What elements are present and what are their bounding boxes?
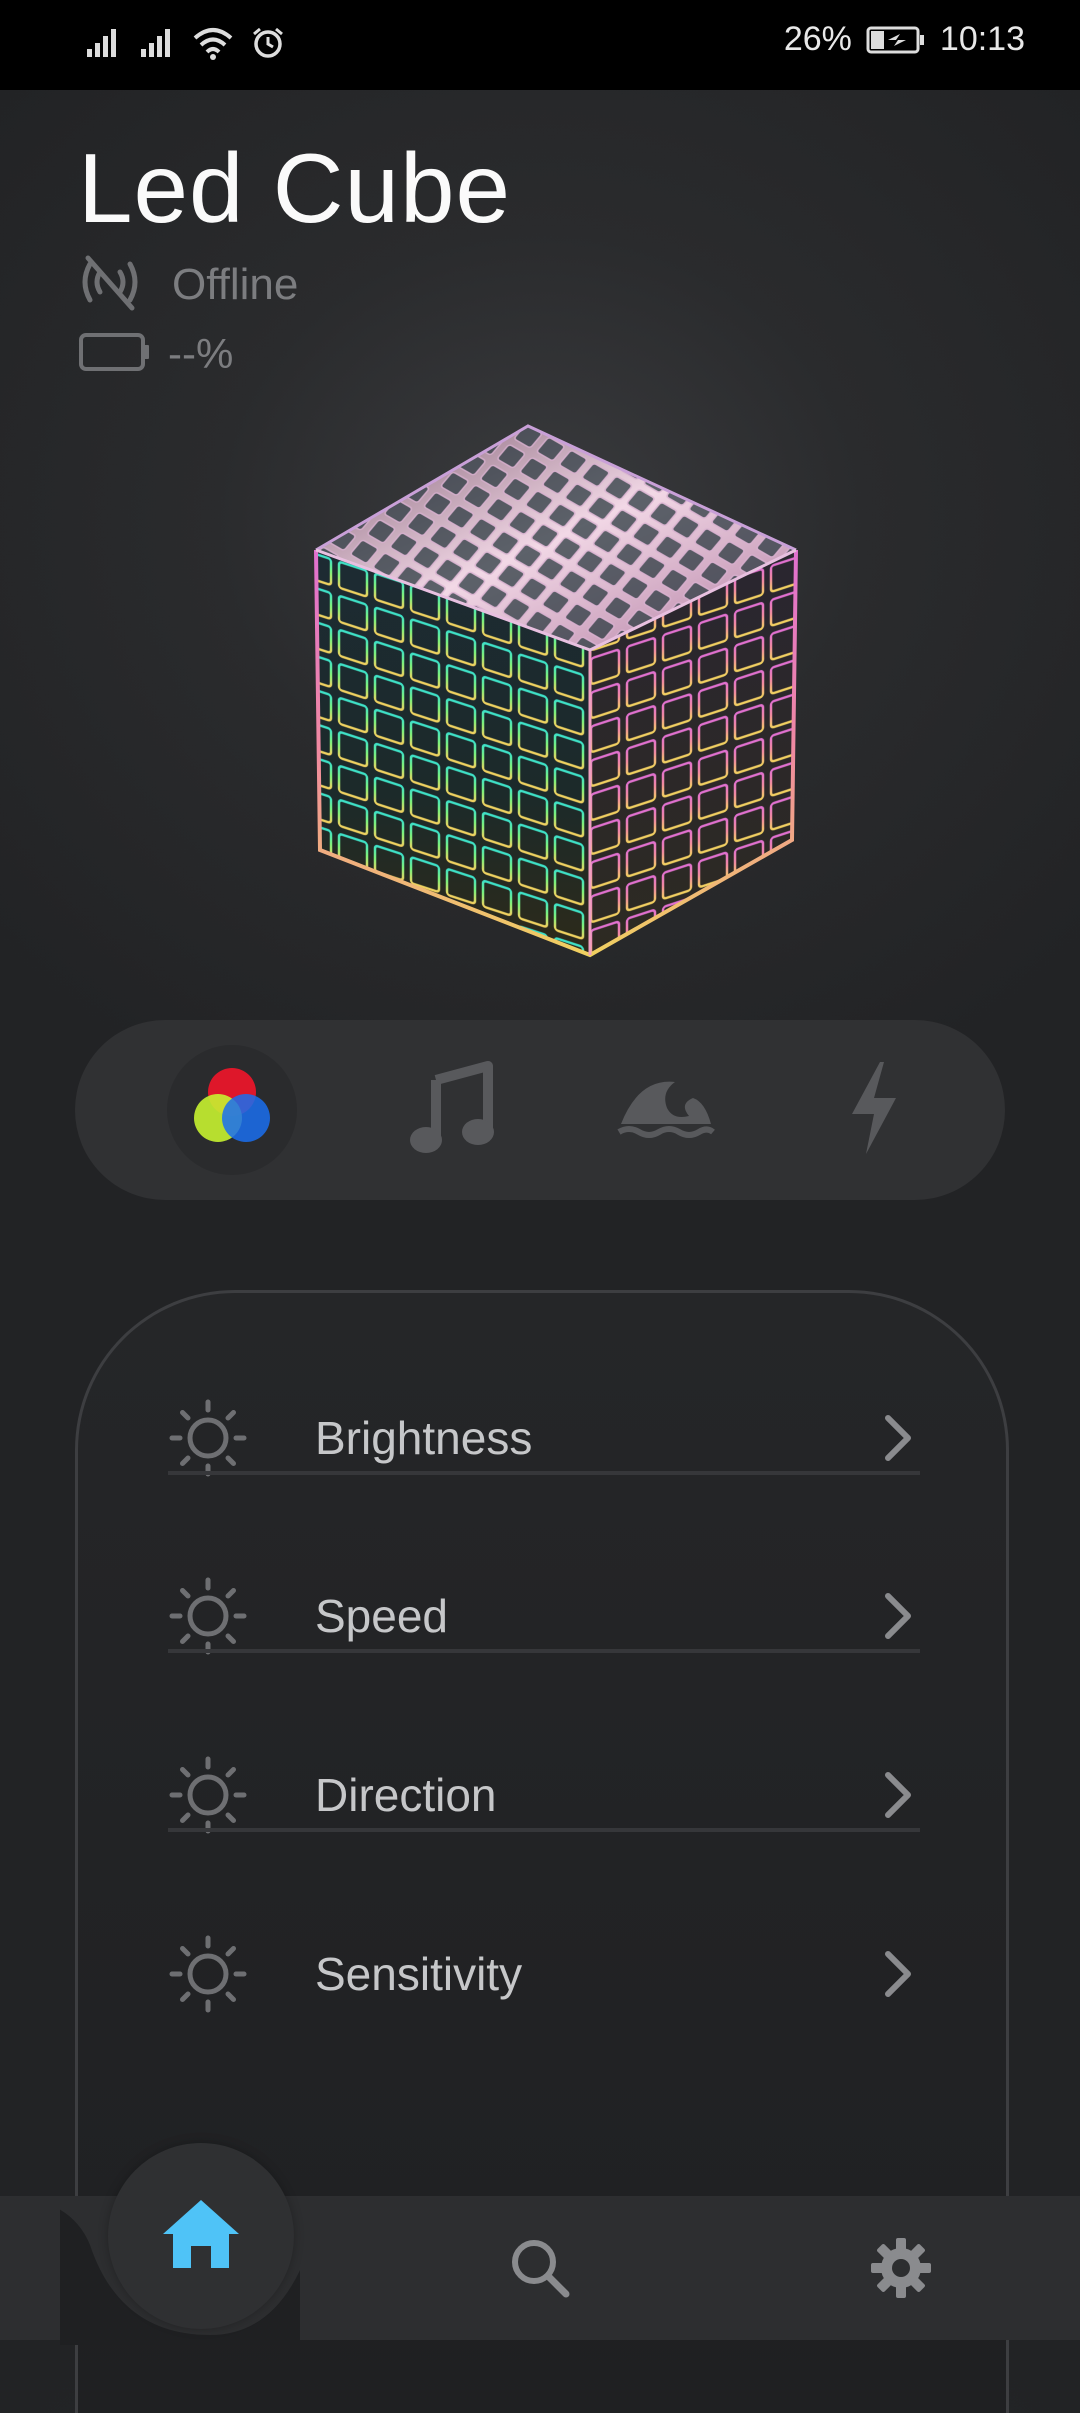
wave-icon [615, 1068, 715, 1153]
device-title: Led Cube [78, 133, 512, 243]
chevron-right-icon [878, 1944, 918, 2004]
alarm-icon [251, 26, 285, 60]
device-battery: --% [78, 330, 233, 378]
signal-icon [85, 27, 121, 59]
chevron-right-icon [878, 1408, 918, 1468]
divider [168, 1471, 920, 1475]
mode-color-button[interactable] [167, 1045, 297, 1175]
setting-brightness[interactable]: Brightness [168, 1349, 918, 1527]
connection-status-text: Offline [172, 259, 299, 309]
search-icon [508, 2236, 572, 2305]
mode-music-button[interactable] [388, 1045, 518, 1175]
setting-label: Direction [315, 1769, 497, 1821]
wifi-icon [193, 26, 233, 60]
mode-wave-button[interactable] [600, 1045, 730, 1175]
signal-icon [139, 27, 175, 59]
connection-status: Offline [78, 252, 298, 317]
mode-selector [75, 1020, 1005, 1200]
music-note-icon [408, 1060, 498, 1161]
divider [168, 1828, 920, 1832]
nav-settings-button[interactable] [866, 2235, 936, 2305]
nav-home-button[interactable] [108, 2143, 294, 2329]
battery-level-text: --% [168, 330, 234, 377]
battery-charging-icon [866, 25, 926, 55]
divider [168, 1649, 920, 1653]
lightning-icon [844, 1058, 904, 1163]
sun-icon [168, 1576, 248, 1656]
status-bar: 26% 10:13 [0, 0, 1080, 90]
setting-label: Brightness [315, 1412, 533, 1464]
rgb-circles-icon [184, 1060, 280, 1161]
home-icon [159, 2196, 243, 2277]
battery-percent: 26% [783, 20, 852, 58]
mode-power-button[interactable] [809, 1045, 939, 1175]
setting-label: Sensitivity [315, 1948, 523, 2000]
setting-speed[interactable]: Speed [168, 1527, 918, 1705]
sun-icon [168, 1398, 248, 1478]
nav-search-button[interactable] [505, 2235, 575, 2305]
chevron-right-icon [878, 1586, 918, 1646]
sun-icon [168, 1755, 248, 1835]
setting-direction[interactable]: Direction [168, 1706, 918, 1884]
setting-sensitivity[interactable]: Sensitivity [168, 1885, 918, 2063]
chevron-right-icon [878, 1765, 918, 1825]
sun-icon [168, 1934, 248, 2014]
setting-label: Speed [315, 1590, 449, 1642]
led-cube-image [300, 410, 800, 970]
gear-icon [869, 2236, 933, 2305]
battery-empty-icon [78, 332, 152, 377]
clock: 10:13 [939, 20, 1025, 58]
signal-off-icon [78, 252, 142, 317]
